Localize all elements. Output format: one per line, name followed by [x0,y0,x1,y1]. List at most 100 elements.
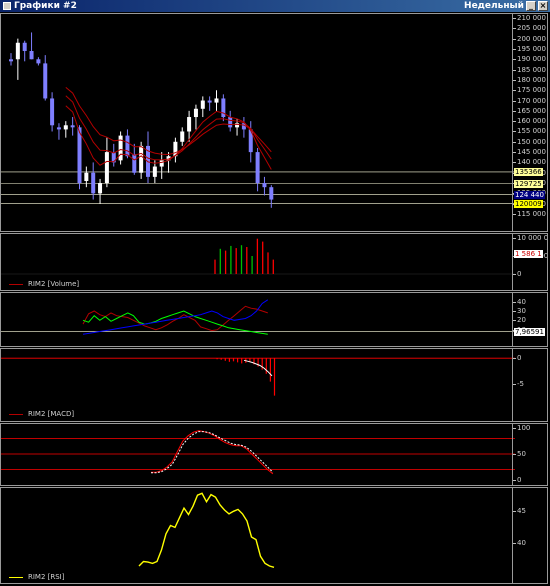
price-tick-label: 185 000 [513,65,546,74]
rsi-line [138,492,275,568]
price-chart-panel[interactable]: 210 000 205 000 200 000 195 000 190 000 185 0… [0,13,548,232]
candle-body [152,166,157,177]
candle-body [77,127,82,184]
legend-swatch [9,283,23,285]
candle-body [269,187,274,200]
volume-tag: 1 586 1 [514,250,543,258]
price-axis: 210 000 205 000 200 000 195 000 190 000 185 0… [512,14,547,231]
window-title: Графики #2 [14,1,77,11]
volume-panel[interactable]: 10 000 0005 000 00001 586 1 RIM2 [Volume… [0,233,548,291]
price-tag: 129725 [514,179,543,188]
candle-body [63,125,68,130]
candle-body [255,152,260,184]
minimize-icon[interactable]: _ [526,1,536,11]
macd-legend: RIM2 [MACD] [9,410,74,418]
volume-axis: 10 000 0005 000 00001 586 1 [512,234,547,290]
price-tag: 120009 [514,199,543,208]
candle-body [43,63,48,99]
price-tick-label: 145 000 [513,148,546,157]
rsi-legend: RIM2 [RSI] [9,573,64,581]
close-icon[interactable]: × [538,1,548,11]
candle-body [200,100,205,109]
stochastic-panel[interactable]: 100 50 0 [0,423,548,486]
macd-tick-label: -5 [513,380,524,389]
stoch-tick-label: 0 [512,476,522,484]
candle-body [56,127,61,130]
moving-average-line [65,87,272,156]
rsi-legend-label: RIM2 [RSI] [28,573,65,581]
candle-body [70,125,75,128]
volume-tick-label: 10 000 000 [512,234,547,242]
candle-body [132,154,137,173]
price-tick-label: 140 000 [513,158,546,167]
macd-tick-label: 0 [512,354,522,363]
price-tick-label: 160 000 [513,117,546,126]
volume-legend-label: RIM2 [Volume] [28,280,80,288]
price-tick-label: 195 000 [513,44,546,53]
adx-tag: 7,96591 [514,327,545,336]
candle-body [214,98,219,103]
price-tag: 135366 [514,167,543,176]
adx-axis: 403020107,96591 [512,293,547,346]
macd-plot[interactable] [1,349,515,421]
candle-body [84,172,89,181]
legend-swatch [9,576,23,578]
moving-average-line [65,95,272,161]
adx-blue-line [82,299,269,335]
candle-body [139,145,144,173]
price-tick-label: 155 000 [513,127,546,136]
rsi-panel[interactable]: 45 40 RIM2 [RSI] [0,487,548,584]
volume-legend: RIM2 [Volume] [9,280,79,288]
stochastic-plot[interactable] [1,424,515,485]
stoch-d-line [151,431,274,474]
stoch-tick-label: 100 [512,424,531,432]
macd-legend-label: RIM2 [MACD] [28,410,75,418]
candle-body [22,42,27,52]
price-tick-label: 200 000 [513,34,546,43]
price-tick-label: 205 000 [513,24,546,33]
rsi-tick-label: 40 [513,539,526,548]
macd-panel[interactable]: 0 -5 RIM2 [MACD] [0,348,548,422]
price-tick-label: 170 000 [513,96,546,105]
adx-tick-label: 30 [513,307,526,315]
window-titlebar: Графики #2 Недельный _ × [0,0,550,12]
adx-green-line [82,310,268,335]
candle-body [118,135,123,161]
price-chart-plot[interactable] [1,14,515,231]
stochastic-axis: 100 50 0 [512,424,547,485]
macd-axis: 0 -5 [512,349,547,421]
adx-tick-label: 20 [513,316,526,325]
price-tick-label: 115 000 [513,210,546,218]
candle-body [262,183,267,188]
candle-body [29,51,34,60]
stoch-tick-label: 50 [513,450,526,458]
price-tick-label: 190 000 [513,55,546,64]
candle-body [104,152,109,184]
candle-body [50,98,55,126]
price-tick-label: 150 000 [513,137,546,146]
price-tick-label: 175 000 [513,86,546,95]
moving-average-line [65,105,272,170]
adx-plot[interactable] [1,293,515,346]
window-system-icon[interactable] [3,2,11,10]
candle-body [9,59,13,62]
adx-tick-label: 40 [513,297,526,306]
candle-body [159,160,164,167]
timeframe-label[interactable]: Недельный [464,0,524,12]
candle-body [187,117,192,132]
legend-swatch [9,413,23,415]
adx-panel[interactable]: 403020107,96591 [0,292,548,347]
volume-tick-label: 0 [512,270,522,278]
candle-body [180,131,185,142]
rsi-plot[interactable] [1,488,515,583]
candle-body [15,42,20,60]
candle-body [36,59,41,64]
rsi-axis: 45 40 [512,488,547,583]
price-tag: 124 440 [514,190,545,199]
candle-body [207,100,212,103]
price-tick-label: 180 000 [513,75,546,84]
candle-body [228,117,233,128]
candle-body [91,172,96,194]
rsi-tick-label: 45 [513,507,526,516]
candle-body [193,108,198,118]
